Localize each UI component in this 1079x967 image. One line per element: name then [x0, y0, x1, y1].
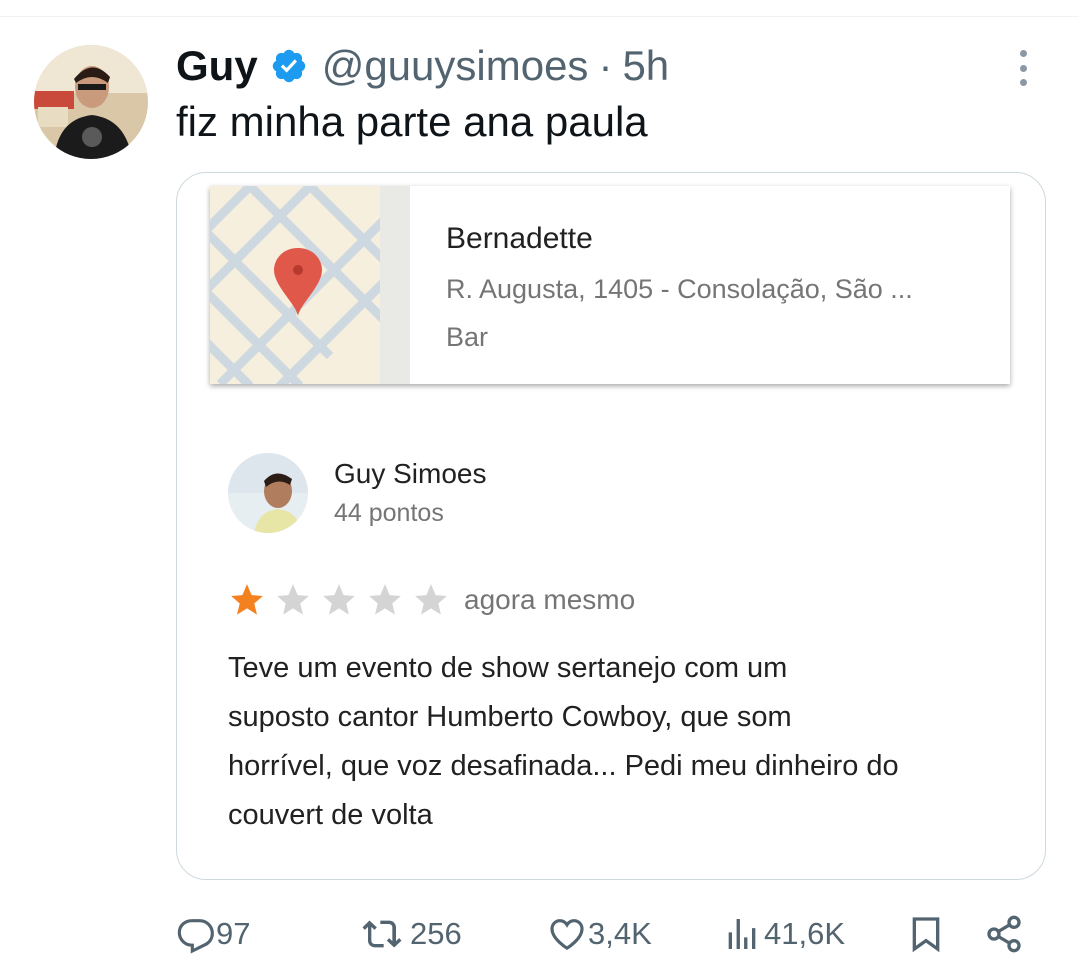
review-line: Teve um evento de show sertanejo com um: [228, 652, 788, 684]
share-icon: [987, 915, 1021, 953]
share-button[interactable]: [984, 906, 1024, 962]
views-count: 41,6K: [764, 916, 846, 951]
views-icon: [728, 919, 756, 949]
separator-dot: ·: [598, 42, 613, 89]
star-empty-icon: [369, 584, 401, 615]
author-avatar[interactable]: [34, 45, 148, 159]
place-name: Bernadette: [446, 222, 593, 255]
heart-icon: [550, 919, 584, 951]
views-button[interactable]: 41,6K: [720, 906, 845, 962]
verified-badge-icon: [270, 47, 308, 85]
rating-row: agora mesmo: [228, 580, 635, 620]
reply-icon: [177, 919, 214, 954]
repost-count: 256: [410, 916, 462, 951]
like-count: 3,4K: [588, 916, 652, 951]
place-address: R. Augusta, 1405 - Consolação, São ...: [446, 274, 913, 304]
review-line: horrível, que voz desafinada... Pedi meu…: [228, 750, 899, 782]
repost-button[interactable]: 256: [358, 906, 462, 962]
review-time: agora mesmo: [464, 584, 636, 615]
reviewer-name: Guy Simoes: [334, 458, 487, 489]
review-line: suposto cantor Humberto Cowboy, que som: [228, 701, 792, 733]
more-options-icon[interactable]: [1010, 50, 1036, 86]
star-filled-icon: [231, 584, 263, 615]
place-card: Bernadette R. Augusta, 1405 - Consolação…: [210, 186, 1010, 384]
place-category: Bar: [446, 322, 489, 352]
repost-icon: [362, 920, 402, 948]
reviewer-points: 44 pontos: [334, 499, 444, 527]
star-empty-icon: [415, 584, 447, 615]
author-display-name[interactable]: Guy: [176, 42, 258, 90]
reply-button[interactable]: 97: [176, 906, 250, 962]
reviewer-avatar: [228, 453, 308, 533]
like-button[interactable]: 3,4K: [546, 906, 652, 962]
tweet-timestamp[interactable]: 5h: [622, 42, 669, 90]
review-text: Teve um evento de show sertanejo com um …: [228, 644, 1018, 840]
reply-count: 97: [216, 916, 251, 951]
top-divider: [0, 16, 1079, 17]
author-handle[interactable]: @guuysimoes: [322, 42, 589, 90]
bookmark-icon: [912, 917, 940, 953]
star-empty-icon: [323, 584, 355, 615]
tweet-header: Guy @guuysimoes · 5h: [176, 38, 669, 94]
bookmark-button[interactable]: [906, 906, 946, 962]
review-line: couvert de volta: [228, 799, 433, 831]
map-thumbnail: [210, 186, 410, 384]
tweet-text: fiz minha parte ana paula: [176, 98, 648, 145]
tweet-actions-bar: 97 256 3,4K 41,6K: [0, 906, 1079, 962]
star-empty-icon: [277, 584, 309, 615]
